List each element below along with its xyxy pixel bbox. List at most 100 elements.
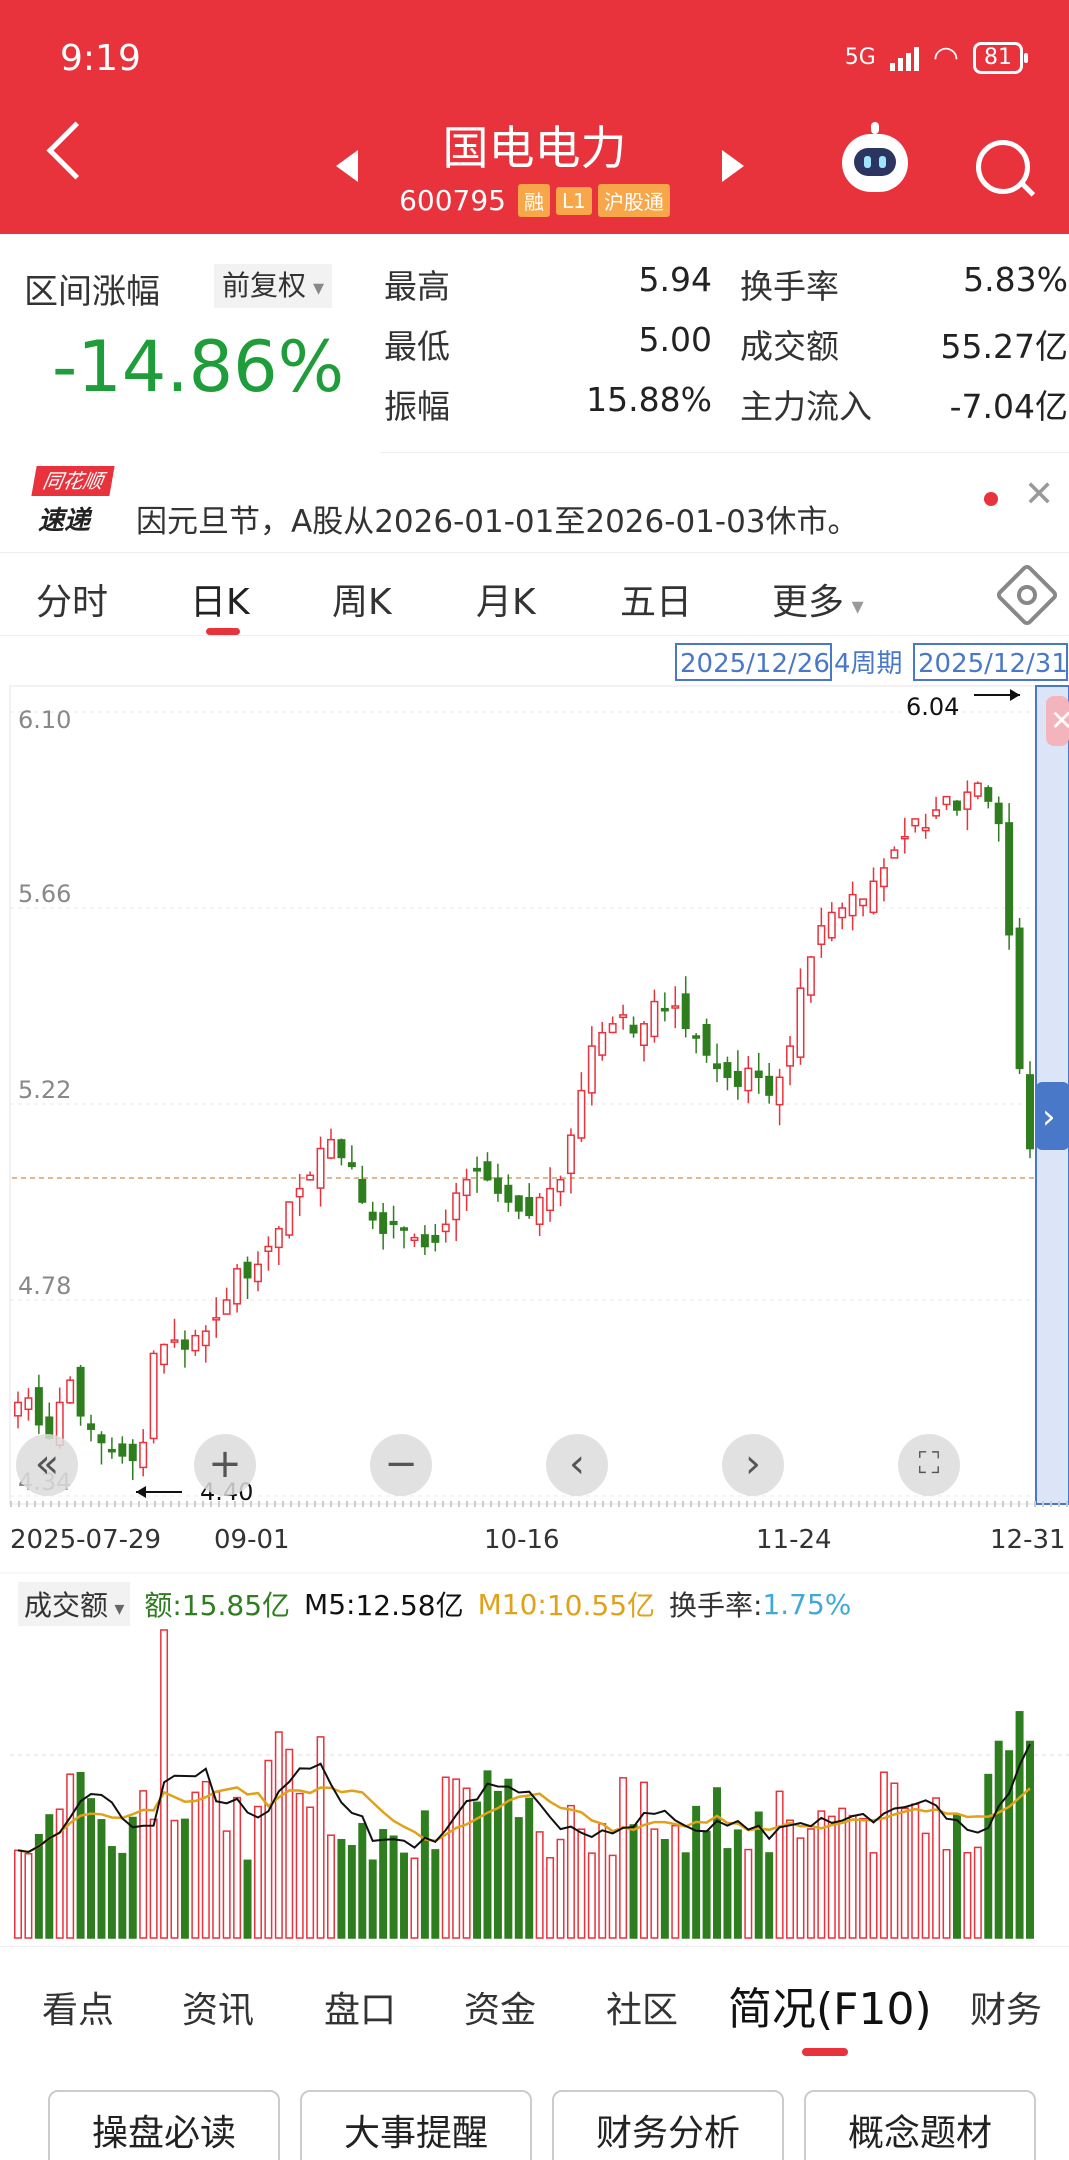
volume-bar xyxy=(201,1780,210,1939)
financial-analysis-button[interactable]: 财务分析 xyxy=(552,2090,784,2160)
kline-chart[interactable]: 2025/12/26 4周期 2025/12/31 6.10 5.66 5.22 4.… xyxy=(0,640,1069,1946)
volume-bar xyxy=(253,1805,262,1939)
candle xyxy=(139,1441,148,1469)
volume-bar xyxy=(410,1857,419,1939)
scroll-left-button[interactable]: ‹ xyxy=(546,1434,608,1496)
zoom-out-button[interactable]: − xyxy=(370,1434,432,1496)
trading-guide-button[interactable]: 操盘必读 xyxy=(48,2090,280,2160)
logo-top-text: 同花顺 xyxy=(31,466,115,496)
volume-bar xyxy=(984,1773,993,1939)
rewind-button[interactable]: « xyxy=(16,1434,78,1496)
x-tick-label: 12-31 xyxy=(990,1525,1066,1555)
volume-bar xyxy=(222,1830,231,1939)
candle xyxy=(191,1334,200,1352)
zoom-in-button[interactable]: + xyxy=(194,1434,256,1496)
tab-weekly-k[interactable]: 周K xyxy=(332,573,392,625)
tab-more[interactable]: 更多 xyxy=(772,573,864,625)
volume-bar xyxy=(817,1810,826,1939)
volume-bar xyxy=(932,1797,941,1939)
volume-legend: 成交额 额: 15.85亿 M5: 12.58亿 M10: 10.55亿 换手率… xyxy=(18,1582,851,1626)
concept-themes-button[interactable]: 概念题材 xyxy=(804,2090,1036,2160)
candle xyxy=(379,1212,388,1234)
volume-bar xyxy=(838,1807,847,1939)
tab-community[interactable]: 社区 xyxy=(606,1981,678,2033)
tab-highlights[interactable]: 看点 xyxy=(42,1981,114,2033)
stat-value: 55.27亿 xyxy=(940,327,1068,366)
stat-label: 最高 xyxy=(384,267,450,306)
candle xyxy=(264,1245,273,1253)
robot-assistant-icon[interactable] xyxy=(842,122,908,192)
volume-bar xyxy=(765,1852,774,1939)
candle xyxy=(253,1263,262,1283)
volume-bar xyxy=(368,1859,377,1939)
volume-bar xyxy=(786,1819,795,1939)
tab-f10-profile[interactable]: 简况(F10) xyxy=(728,1973,932,2037)
m5-label: M5: xyxy=(304,1587,356,1621)
candle xyxy=(932,809,941,817)
candle xyxy=(452,1192,461,1221)
volume-bar xyxy=(650,1828,659,1939)
signal-icon xyxy=(889,45,919,71)
candle xyxy=(420,1234,429,1248)
tab-intraday[interactable]: 分时 xyxy=(36,573,108,625)
volume-bar xyxy=(744,1848,753,1939)
tab-daily-k[interactable]: 日K xyxy=(190,573,250,625)
scroll-right-button[interactable]: › xyxy=(722,1434,784,1496)
volume-bar xyxy=(420,1810,429,1939)
tab-order-book[interactable]: 盘口 xyxy=(324,1981,396,2033)
candle xyxy=(243,1261,252,1279)
range-stats-panel: 区间涨幅 前复权 -14.86% 最高 5.94 换手率 5.83% 最低 5.… xyxy=(0,234,1069,454)
candle xyxy=(525,1197,534,1217)
stat-value: 5.83% xyxy=(963,260,1068,299)
candle xyxy=(890,849,899,859)
candle xyxy=(973,782,982,797)
candle xyxy=(650,1000,659,1038)
fullscreen-button[interactable]: ⛶ xyxy=(898,1434,960,1496)
volume-bar xyxy=(431,1849,440,1939)
tab-monthly-k[interactable]: 月K xyxy=(476,573,536,625)
volume-bar xyxy=(1015,1711,1024,1939)
candle xyxy=(765,1075,774,1096)
candle xyxy=(546,1187,555,1212)
volume-bar xyxy=(806,1828,815,1939)
candle xyxy=(431,1234,440,1243)
volume-bar xyxy=(577,1828,586,1939)
tab-funds[interactable]: 资金 xyxy=(464,1981,536,2033)
candle xyxy=(535,1196,544,1225)
adjust-dropdown[interactable]: 前复权 xyxy=(214,264,333,308)
range-period: 4周期 xyxy=(834,649,903,679)
volume-bar xyxy=(149,1818,158,1939)
stat-value: 5.00 xyxy=(638,320,712,359)
volume-bar xyxy=(1026,1740,1034,1939)
volume-bar xyxy=(473,1801,482,1939)
tab-finance[interactable]: 财务 xyxy=(970,1981,1042,2033)
notice-bar[interactable]: 同花顺 速递 因元旦节，A股从2026-01-01至2026-01-03休市。 xyxy=(0,454,1069,540)
bottom-info-tabs: 看点 资讯 盘口 资金 社区 简况(F10) 财务 xyxy=(0,1946,1069,2057)
tab-news[interactable]: 资讯 xyxy=(182,1981,254,2033)
candle xyxy=(285,1201,294,1236)
tab-five-day[interactable]: 五日 xyxy=(620,573,692,625)
x-tick-label: 10-16 xyxy=(484,1525,560,1555)
candle xyxy=(838,907,847,919)
main-chart-frame xyxy=(9,685,1069,1505)
volume-indicator-select[interactable]: 成交额 xyxy=(18,1582,131,1626)
candle xyxy=(879,867,888,888)
candle xyxy=(942,795,951,806)
network-label: 5G xyxy=(844,45,876,70)
candle xyxy=(786,1045,795,1067)
events-reminder-button[interactable]: 大事提醒 xyxy=(300,2090,532,2160)
battery-icon: 81 xyxy=(973,41,1028,74)
active-bottom-tab-indicator xyxy=(802,2048,848,2056)
next-stock-icon[interactable] xyxy=(722,150,744,182)
volume-bar xyxy=(1005,1750,1014,1939)
stat-value: 15.88% xyxy=(586,380,712,419)
volume-bar xyxy=(128,1816,137,1939)
volume-bar xyxy=(921,1832,930,1939)
candle xyxy=(827,911,836,939)
candle xyxy=(733,1070,742,1087)
prev-stock-icon[interactable] xyxy=(336,150,358,182)
volume-bar xyxy=(566,1804,575,1939)
close-icon[interactable]: ✕ xyxy=(1024,474,1054,515)
volume-bar xyxy=(243,1859,252,1939)
candle xyxy=(76,1366,85,1417)
